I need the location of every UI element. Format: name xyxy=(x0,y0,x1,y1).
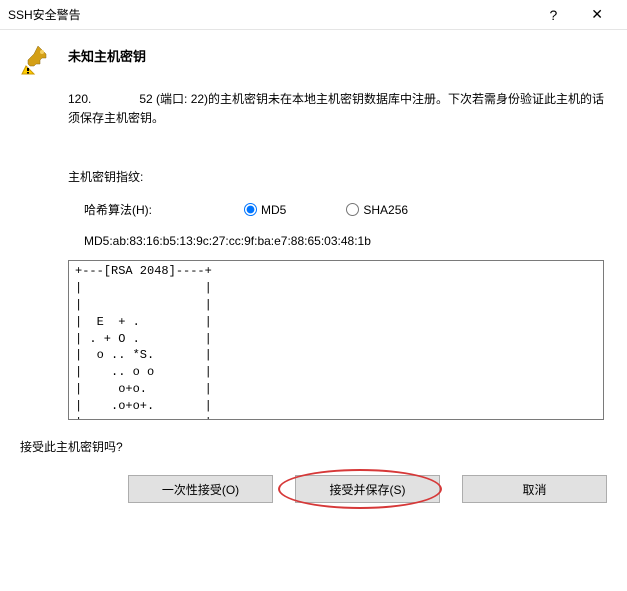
warning-message: 120. 52 (端口: 22)的主机密钥未在本地主机密钥数据库中注册。下次若需… xyxy=(68,90,607,128)
titlebar: SSH安全警告 ? ✕ xyxy=(0,0,627,30)
fingerprint-section: 主机密钥指纹: 哈希算法(H): MD5 SHA256 MD5:ab:83:16… xyxy=(68,168,607,420)
fingerprint-label: 主机密钥指纹: xyxy=(68,168,607,185)
button-row: 一次性接受(O) 接受并保存(S) 取消 xyxy=(20,475,607,503)
radio-sha256-input[interactable] xyxy=(346,203,359,216)
radio-md5-label: MD5 xyxy=(261,203,286,217)
accept-save-button[interactable]: 接受并保存(S) xyxy=(295,475,440,503)
dialog-heading: 未知主机密钥 xyxy=(68,44,146,65)
hash-algorithm-row: 哈希算法(H): MD5 SHA256 xyxy=(68,201,607,218)
radio-sha256[interactable]: SHA256 xyxy=(346,203,408,217)
cancel-button[interactable]: 取消 xyxy=(462,475,607,503)
radio-sha256-label: SHA256 xyxy=(363,203,408,217)
help-button[interactable]: ? xyxy=(541,3,565,27)
key-warning-icon xyxy=(20,44,52,76)
radio-md5[interactable]: MD5 xyxy=(244,203,286,217)
window-title: SSH安全警告 xyxy=(8,6,541,23)
accept-once-button[interactable]: 一次性接受(O) xyxy=(128,475,273,503)
fingerprint-value: MD5:ab:83:16:b5:13:9c:27:cc:9f:ba:e7:88:… xyxy=(84,234,607,248)
close-button[interactable]: ✕ xyxy=(583,2,611,27)
header-row: 未知主机密钥 xyxy=(20,44,607,76)
ascii-art-box[interactable]: +---[RSA 2048]----+ | | | | | E + . | | … xyxy=(68,260,604,420)
hash-radio-group: MD5 SHA256 xyxy=(244,203,408,217)
dialog-content: 未知主机密钥 120. 52 (端口: 22)的主机密钥未在本地主机密钥数据库中… xyxy=(0,30,627,513)
radio-md5-input[interactable] xyxy=(244,203,257,216)
accept-question: 接受此主机密钥吗? xyxy=(20,438,607,455)
titlebar-controls: ? ✕ xyxy=(541,2,619,27)
hash-algorithm-label: 哈希算法(H): xyxy=(84,201,204,218)
